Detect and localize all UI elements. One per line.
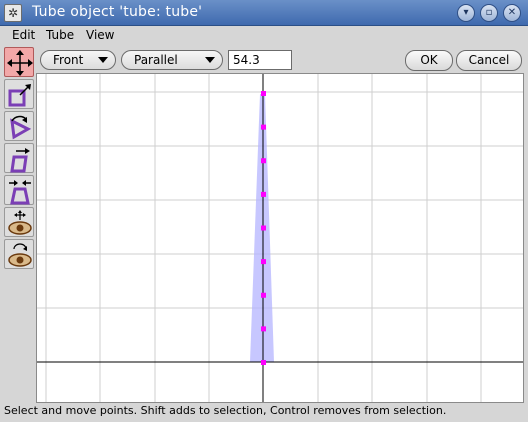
taper-icon xyxy=(9,180,31,205)
window-title: Tube object 'tube: tube' xyxy=(32,4,203,20)
move-points-tool[interactable] xyxy=(4,47,34,77)
close-icon[interactable]: ✕ xyxy=(503,4,521,22)
tool-palette xyxy=(3,47,35,403)
control-point[interactable] xyxy=(261,360,266,365)
menu-bar: Edit Tube View xyxy=(0,26,528,46)
control-point[interactable] xyxy=(261,326,266,332)
move-arrows-icon xyxy=(7,50,33,76)
cancel-button[interactable]: Cancel xyxy=(456,50,522,71)
viewport-drawing xyxy=(37,74,523,402)
menu-tube[interactable]: Tube xyxy=(46,28,74,42)
app-icon[interactable]: ✲ xyxy=(4,4,22,22)
status-text: Select and move points. Shift adds to se… xyxy=(4,404,447,417)
maximize-icon[interactable]: ▫ xyxy=(480,4,498,22)
skew-icon xyxy=(10,148,30,173)
chevron-down-icon xyxy=(205,57,215,63)
control-point[interactable] xyxy=(261,91,266,96)
chevron-down-icon xyxy=(98,57,108,63)
viewport-canvas[interactable] xyxy=(36,73,524,403)
menu-edit[interactable]: Edit xyxy=(12,28,35,42)
scale-points-tool[interactable] xyxy=(4,79,34,109)
control-point[interactable] xyxy=(261,191,266,197)
control-point[interactable] xyxy=(261,292,266,298)
scale-icon xyxy=(8,84,31,107)
title-bar: ✲ Tube object 'tube: tube' ▾ ▫ ✕ xyxy=(0,0,528,26)
menu-view[interactable]: View xyxy=(86,28,114,42)
ok-button[interactable]: OK xyxy=(405,50,453,71)
rotate-view-tool[interactable] xyxy=(4,239,34,269)
eye-move-icon xyxy=(8,210,32,235)
grid-lines xyxy=(37,74,523,402)
scale-input[interactable]: 54.3 xyxy=(228,50,292,70)
skew-points-tool[interactable] xyxy=(4,143,34,173)
eye-rotate-icon xyxy=(8,243,32,267)
projection-select[interactable]: Parallel xyxy=(121,50,223,70)
taper-points-tool[interactable] xyxy=(4,175,34,205)
view-direction-select[interactable]: Front xyxy=(40,50,116,70)
move-view-tool[interactable] xyxy=(4,207,34,237)
control-point[interactable] xyxy=(261,259,266,265)
control-point[interactable] xyxy=(261,158,266,164)
shade-icon[interactable]: ▾ xyxy=(457,4,475,22)
rotate-points-tool[interactable] xyxy=(4,111,34,141)
projection-value: Parallel xyxy=(134,53,178,67)
control-point[interactable] xyxy=(261,225,266,231)
view-direction-value: Front xyxy=(53,53,84,67)
rotate-icon xyxy=(10,115,32,140)
control-point[interactable] xyxy=(261,124,266,130)
